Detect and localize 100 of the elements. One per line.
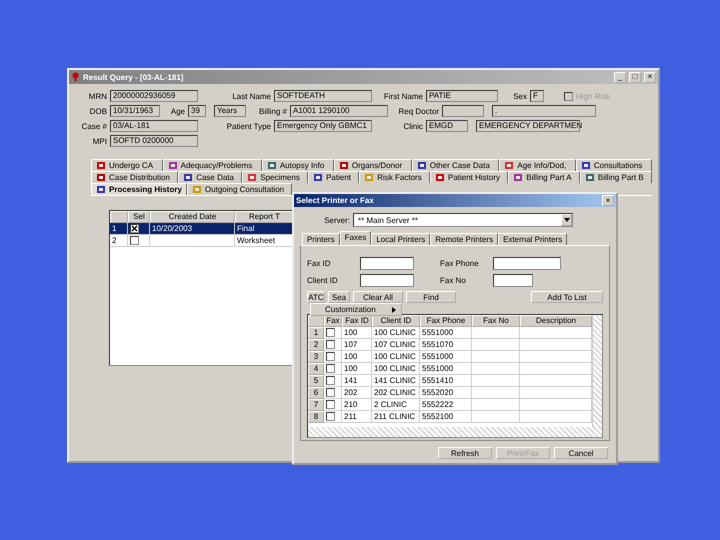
input-field[interactable]: Years: [214, 105, 246, 117]
tab-icon: [192, 185, 202, 194]
input-field[interactable]: [360, 274, 414, 287]
row-checkbox[interactable]: [326, 340, 335, 349]
tab[interactable]: Autopsy Info: [262, 159, 334, 171]
table-cell: [520, 339, 592, 351]
table-cell: 5551070: [420, 339, 472, 351]
row-checkbox[interactable]: [326, 400, 335, 409]
column-header: Client ID: [372, 315, 420, 327]
vertical-scrollbar[interactable]: [592, 315, 602, 427]
table-cell: 5551410: [420, 375, 472, 387]
input-field[interactable]: SOFTD 0200000: [110, 135, 198, 147]
table-cell: [520, 411, 592, 423]
field-label: MRN: [88, 92, 107, 100]
dialog-button[interactable]: Refresh: [438, 447, 492, 459]
tab[interactable]: Case Distribution: [91, 171, 178, 183]
tab[interactable]: Local Printers: [371, 233, 430, 245]
window-control-button[interactable]: _: [614, 72, 626, 82]
row-checkbox[interactable]: [130, 224, 139, 233]
field-label: Fax No: [440, 276, 467, 285]
tab[interactable]: Consultations: [576, 159, 652, 171]
field-label: DOB: [88, 106, 107, 116]
window-control-button[interactable]: □: [629, 72, 641, 82]
server-dropdown[interactable]: ** Main Server **: [353, 213, 573, 227]
tab[interactable]: Faxes: [340, 231, 372, 245]
field-label: Fax Phone: [440, 259, 480, 268]
clear-all-button[interactable]: Clear All: [353, 291, 403, 303]
tab[interactable]: Billing Part B: [580, 171, 652, 183]
horizontal-scrollbar[interactable]: [308, 427, 602, 437]
tab[interactable]: Adequacy/Problems: [162, 159, 262, 171]
dialog-button[interactable]: Cancel: [554, 447, 608, 459]
input-field[interactable]: [442, 105, 484, 117]
table-cell: 5551000: [420, 363, 472, 375]
field-label: Patient Type: [226, 122, 271, 130]
field-label: First Name: [382, 92, 423, 100]
tab-icon: [584, 173, 595, 182]
input-field[interactable]: 03/AL-181: [110, 120, 198, 132]
tab[interactable]: Remote Printers: [430, 233, 498, 245]
tab[interactable]: Risk Factors: [359, 171, 430, 183]
tab[interactable]: Patient: [308, 171, 360, 183]
tab[interactable]: Specimens: [242, 171, 308, 183]
search-button[interactable]: Sea: [328, 291, 350, 303]
input-field[interactable]: Emergency Only GBMC1: [274, 120, 372, 132]
table-cell: 100: [342, 327, 372, 339]
tab[interactable]: External Printers: [498, 233, 568, 245]
window-control-button[interactable]: ×: [644, 72, 656, 82]
tab[interactable]: Age Info/Dod,: [499, 159, 576, 171]
input-field[interactable]: 39: [188, 105, 206, 117]
context-menu-item[interactable]: Customization: [310, 303, 402, 316]
input-field[interactable]: [493, 274, 533, 287]
input-field[interactable]: A1001 1290100: [290, 105, 388, 117]
tab[interactable]: Processing History: [91, 183, 187, 195]
add-to-list-button[interactable]: Add To List: [531, 291, 603, 303]
input-field[interactable]: EMGD: [426, 120, 468, 132]
row-number: 3: [308, 351, 324, 363]
atc-button[interactable]: ATC: [307, 291, 325, 303]
row-number: 5: [308, 375, 324, 387]
row-checkbox[interactable]: [130, 236, 139, 245]
column-header: Sel: [128, 211, 150, 223]
row-checkbox[interactable]: [326, 352, 335, 361]
tab[interactable]: Printers: [302, 233, 340, 245]
tab[interactable]: Other Case Data: [412, 159, 500, 171]
table-cell: 5552222: [420, 399, 472, 411]
table-cell: [520, 363, 592, 375]
input-field[interactable]: EMERGENCY DEPARTMEN: [476, 120, 580, 132]
field-label: Billing #: [258, 106, 287, 116]
table-cell: [472, 363, 520, 375]
tab-icon: [313, 173, 324, 182]
row-checkbox[interactable]: [326, 364, 335, 373]
row-number: 7: [308, 399, 324, 411]
tab[interactable]: Case Data: [178, 171, 242, 183]
table-cell: [472, 327, 520, 339]
input-field[interactable]: PATIE: [426, 90, 498, 102]
input-field[interactable]: .: [492, 105, 596, 117]
tab[interactable]: Organs/Donor: [334, 159, 412, 171]
input-field[interactable]: 10/31/1963: [110, 105, 160, 117]
input-field[interactable]: 20000002936059: [110, 90, 198, 102]
combo-field[interactable]: F: [530, 90, 544, 102]
row-checkbox[interactable]: [326, 412, 335, 421]
field-label: High Risk: [576, 92, 610, 100]
app-icon: [71, 72, 80, 82]
table-cell: [520, 399, 592, 411]
tab[interactable]: Billing Part A: [508, 171, 580, 183]
tab[interactable]: Patient History: [430, 171, 508, 183]
field-label: MPI: [92, 136, 107, 146]
tab[interactable]: Undergo CA: [91, 159, 163, 171]
close-button[interactable]: ×: [602, 195, 614, 206]
input-field[interactable]: [360, 257, 414, 270]
row-checkbox[interactable]: [326, 376, 335, 385]
row-number: 2: [110, 235, 128, 247]
check-mark-icon: [131, 225, 138, 232]
row-number: 6: [308, 387, 324, 399]
row-checkbox[interactable]: [326, 388, 335, 397]
input-field[interactable]: [493, 257, 561, 270]
field-label: Req Doctor: [398, 106, 439, 116]
row-checkbox[interactable]: [326, 328, 335, 337]
input-field[interactable]: SOFTDEATH: [274, 90, 372, 102]
find-button[interactable]: Find: [406, 291, 456, 303]
table-cell: [520, 327, 592, 339]
tab[interactable]: Outgoing Consultation: [186, 183, 292, 195]
